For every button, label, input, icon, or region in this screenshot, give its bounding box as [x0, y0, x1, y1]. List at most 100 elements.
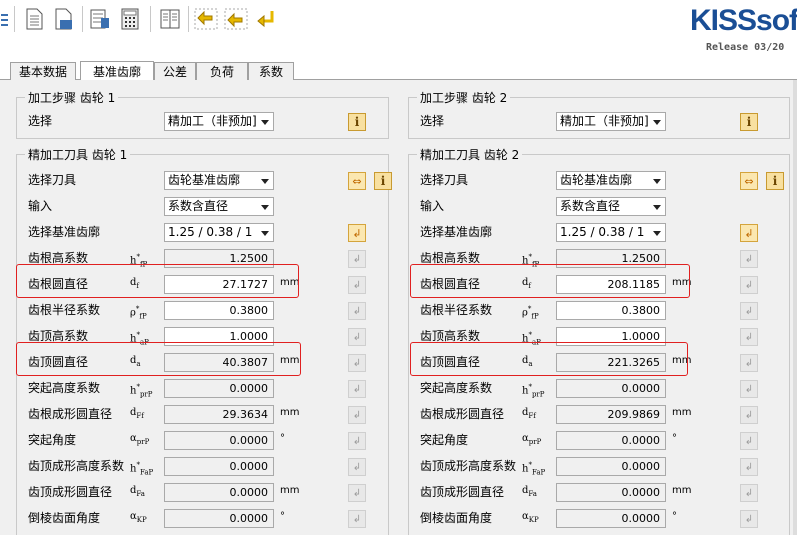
param-symbol: h*FaP [130, 461, 154, 477]
calc-toggle-icon[interactable]: ↲ [740, 458, 758, 476]
param-label: 齿根高系数 [28, 251, 89, 265]
param-value-field[interactable]: 208.1185 [556, 275, 666, 294]
param-value-field[interactable]: 27.1727 [164, 275, 274, 294]
param-value-field[interactable]: 0.0000 [556, 457, 666, 476]
param-label: 齿顶成形圆直径 [420, 485, 505, 499]
param-value-field[interactable]: 1.2500 [164, 249, 274, 268]
gear-pair-yellow-icon[interactable] [224, 6, 248, 32]
param-symbol: h*aP [130, 331, 149, 347]
calc-toggle-icon[interactable]: ↲ [740, 276, 758, 294]
calc-toggle-icon[interactable]: ↲ [740, 406, 758, 424]
param-symbol: h*prP [522, 383, 545, 399]
gear-return-icon[interactable] [254, 6, 278, 32]
chevron-down-icon [261, 205, 269, 210]
new-document-icon[interactable] [22, 6, 46, 32]
tab-basic-data[interactable]: 基本数据 [10, 62, 76, 80]
tab-tolerances[interactable]: 公差 [154, 62, 196, 80]
calc-toggle-icon[interactable]: ↲ [348, 510, 366, 528]
database-icon[interactable] [88, 6, 112, 32]
swap-arrows-icon[interactable]: ⇔ [348, 172, 366, 190]
param-combo[interactable]: 系数含直径 [556, 197, 666, 216]
calc-toggle-icon[interactable]: ↲ [348, 276, 366, 294]
calculator-icon[interactable] [118, 6, 142, 32]
calc-toggle-icon[interactable]: ↲ [348, 302, 366, 320]
calc-toggle-icon[interactable]: ↲ [348, 458, 366, 476]
combo-value: 齿轮基准齿廓 [560, 173, 633, 187]
calc-toggle-icon[interactable]: ↲ [740, 510, 758, 528]
calc-toggle-icon[interactable]: ↲ [740, 380, 758, 398]
param-value-field[interactable]: 0.0000 [556, 431, 666, 450]
param-value-field[interactable]: 0.0000 [164, 457, 274, 476]
calc-toggle-icon[interactable]: ↲ [740, 302, 758, 320]
param-value-field[interactable]: 221.3265 [556, 353, 666, 372]
calc-toggle-icon[interactable]: ↲ [740, 354, 758, 372]
open-icon[interactable] [52, 6, 76, 32]
select-label: 选择 [28, 114, 53, 128]
param-combo[interactable]: 系数含直径 [164, 197, 274, 216]
calc-toggle-icon[interactable]: ↲ [348, 432, 366, 450]
apply-arrow-icon[interactable]: ↲ [348, 224, 366, 242]
param-label: 齿顶高系数 [420, 329, 481, 343]
calc-toggle-icon[interactable]: ↲ [740, 250, 758, 268]
chevron-down-icon [261, 179, 269, 184]
calc-toggle-icon[interactable]: ↲ [348, 380, 366, 398]
chevron-down-icon [653, 205, 661, 210]
param-label: 齿顶圆直径 [420, 355, 481, 369]
calc-toggle-icon[interactable]: ↲ [740, 328, 758, 346]
info-icon[interactable]: i [766, 172, 784, 190]
param-value-field[interactable]: 0.0000 [164, 509, 274, 528]
param-label: 选择刀具 [420, 173, 469, 187]
param-value-field[interactable]: 40.3807 [164, 353, 274, 372]
param-value-field[interactable]: 1.2500 [556, 249, 666, 268]
param-value-field[interactable]: 0.0000 [164, 483, 274, 502]
param-label: 输入 [420, 199, 445, 213]
tab-reference-profile[interactable]: 基准齿廓 [80, 61, 154, 80]
param-label: 齿根成形圆直径 [28, 407, 113, 421]
calc-toggle-icon[interactable]: ↲ [348, 250, 366, 268]
gear-pair-icon[interactable] [194, 6, 218, 32]
chevron-down-icon [653, 179, 661, 184]
param-symbol: da [522, 355, 533, 368]
param-value-field[interactable]: 29.3634 [164, 405, 274, 424]
param-value-field[interactable]: 0.3800 [556, 301, 666, 320]
param-label: 齿根圆直径 [420, 277, 481, 291]
calc-toggle-icon[interactable]: ↲ [740, 432, 758, 450]
apply-arrow-icon[interactable]: ↲ [740, 224, 758, 242]
param-combo[interactable]: 1.25 / 0.38 / 1 [164, 223, 274, 242]
unit-label: mm [280, 277, 300, 288]
param-label: 齿根高系数 [420, 251, 481, 265]
param-combo[interactable]: 齿轮基准齿廓 [556, 171, 666, 190]
vertical-scrollbar[interactable] [793, 80, 797, 535]
report-icon[interactable] [158, 6, 182, 32]
info-icon[interactable]: i [348, 113, 366, 131]
unit-label: ° [280, 511, 285, 522]
calc-toggle-icon[interactable]: ↲ [740, 484, 758, 502]
menu-edge-icon[interactable] [0, 6, 10, 32]
calc-toggle-icon[interactable]: ↲ [348, 406, 366, 424]
calc-toggle-icon[interactable]: ↲ [348, 354, 366, 372]
param-value-field[interactable]: 0.0000 [556, 379, 666, 398]
param-symbol: dFf [130, 407, 144, 420]
param-value-field[interactable]: 1.0000 [164, 327, 274, 346]
process-select-combo[interactable]: 精加工（非预加] [164, 112, 274, 131]
swap-arrows-icon[interactable]: ⇔ [740, 172, 758, 190]
param-combo[interactable]: 1.25 / 0.38 / 1 [556, 223, 666, 242]
param-value-field[interactable]: 0.0000 [164, 379, 274, 398]
param-label: 齿根半径系数 [28, 303, 101, 317]
tab-factors[interactable]: 系数 [248, 62, 294, 80]
param-label: 倒棱齿面角度 [28, 511, 101, 525]
calc-toggle-icon[interactable]: ↲ [348, 328, 366, 346]
param-value-field[interactable]: 0.0000 [556, 509, 666, 528]
tab-load[interactable]: 负荷 [196, 62, 248, 80]
param-value-field[interactable]: 0.0000 [556, 483, 666, 502]
param-combo[interactable]: 齿轮基准齿廓 [164, 171, 274, 190]
process-select-combo[interactable]: 精加工（非预加] [556, 112, 666, 131]
calc-toggle-icon[interactable]: ↲ [348, 484, 366, 502]
param-value-field[interactable]: 0.0000 [164, 431, 274, 450]
param-symbol: αKP [522, 511, 539, 524]
param-value-field[interactable]: 1.0000 [556, 327, 666, 346]
info-icon[interactable]: i [740, 113, 758, 131]
param-value-field[interactable]: 209.9869 [556, 405, 666, 424]
param-value-field[interactable]: 0.3800 [164, 301, 274, 320]
info-icon[interactable]: i [374, 172, 392, 190]
